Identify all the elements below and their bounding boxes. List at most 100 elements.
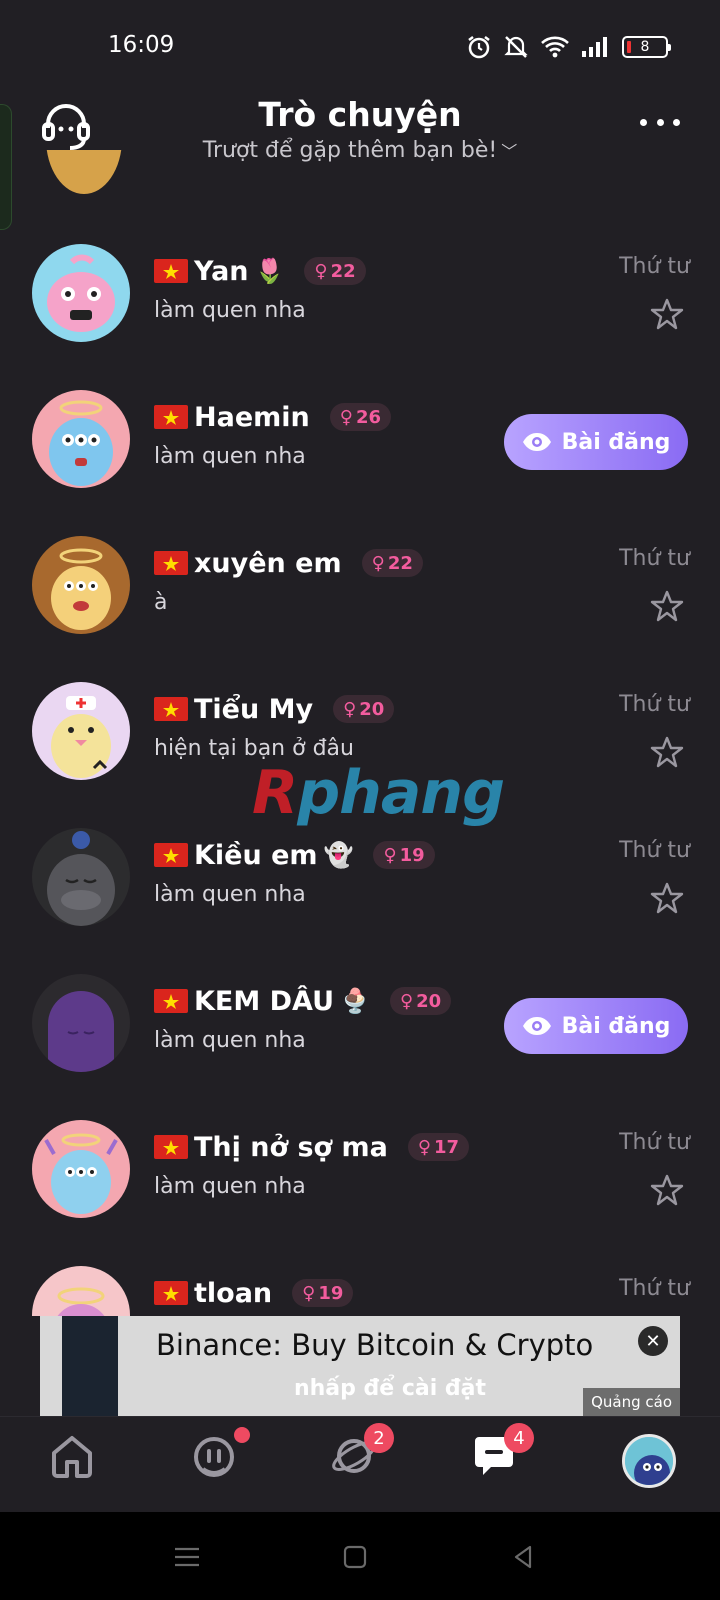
age-value: 19 — [318, 1282, 344, 1304]
menu-icon[interactable] — [172, 1542, 202, 1572]
vietnam-flag-icon — [154, 259, 188, 283]
conversation-row[interactable]: Thị nở sợ ma ♀ 17 làm quen nha Thứ tư — [0, 1076, 720, 1222]
star-icon[interactable] — [650, 297, 684, 331]
message-day: Thứ tư — [619, 838, 690, 863]
ad-banner[interactable]: Binance: Buy Bitcoin & Crypto nhấp để cà… — [40, 1316, 680, 1416]
female-icon: ♀ — [343, 698, 357, 720]
contact-name: Haemin — [194, 401, 310, 433]
age-badge: ♀ 22 — [361, 549, 423, 577]
ad-thumbnail — [62, 1316, 118, 1416]
close-icon[interactable]: ✕ — [638, 1326, 668, 1356]
home-button-icon[interactable] — [340, 1542, 370, 1572]
conversation-row[interactable]: tloan ♀ 19 Thứ tư — [0, 1222, 720, 1316]
vietnam-flag-icon — [154, 989, 188, 1013]
contact-name: Kiều em — [194, 839, 318, 871]
chevron-down-icon: ﹀ — [501, 142, 518, 161]
avatar[interactable] — [32, 828, 130, 926]
avatar[interactable] — [32, 974, 130, 1072]
ad-title: Binance: Buy Bitcoin & Crypto — [156, 1328, 594, 1362]
tab-match[interactable] — [178, 1427, 250, 1491]
profile-avatar[interactable] — [622, 1434, 676, 1488]
avatar[interactable] — [46, 150, 122, 196]
age-value: 20 — [359, 698, 385, 720]
star-icon[interactable] — [650, 881, 684, 915]
view-post-label: Bài đăng — [561, 429, 671, 455]
contact-name: xuyên em — [194, 547, 342, 579]
name-emoji: 🍨 — [340, 987, 370, 1015]
name-line: tloan ♀ 19 — [154, 1274, 354, 1312]
name-line: Thị nở sợ ma ♀ 17 — [154, 1128, 470, 1166]
last-message: à — [154, 590, 168, 615]
name-emoji: 🌷 — [254, 257, 285, 285]
age-value: 19 — [399, 844, 425, 866]
message-day: Thứ tư — [619, 1276, 690, 1301]
star-icon[interactable] — [650, 1173, 684, 1207]
more-dot — [656, 118, 664, 126]
name-line: Tiểu My ♀ 20 — [154, 690, 395, 728]
avatar[interactable] — [32, 536, 130, 634]
female-icon: ♀ — [371, 552, 385, 574]
last-message: làm quen nha — [154, 444, 306, 469]
last-message: làm quen nha — [154, 882, 306, 907]
vietnam-flag-icon — [154, 843, 188, 867]
age-badge: ♀ 19 — [292, 1279, 354, 1307]
female-icon: ♀ — [339, 406, 353, 428]
bottom-tab-bar: 2 4 — [0, 1416, 720, 1512]
age-value: 17 — [434, 1136, 460, 1158]
avatar[interactable] — [32, 244, 130, 342]
mute-icon — [504, 36, 528, 58]
more-dot — [640, 118, 647, 126]
contact-name: Thị nở sợ ma — [194, 1131, 388, 1163]
star-icon[interactable] — [650, 589, 684, 623]
alarm-icon — [468, 36, 490, 59]
avatar[interactable] — [32, 1120, 130, 1218]
age-value: 22 — [387, 552, 413, 574]
conversation-row[interactable]: Haemin ♀ 26 làm quen nha Bài đăng — [0, 346, 720, 492]
avatar[interactable] — [32, 390, 130, 488]
wifi-icon — [541, 36, 569, 58]
home-icon — [52, 1436, 92, 1478]
female-icon: ♀ — [399, 990, 414, 1012]
avatar[interactable] — [32, 1266, 130, 1316]
contact-name: Yan — [194, 255, 249, 287]
more-dot — [673, 118, 680, 126]
tab-planet[interactable]: 2 — [318, 1423, 394, 1491]
battery-indicator: 8 — [622, 36, 671, 58]
conversation-row[interactable]: xuyên em ♀ 22 à Thứ tư — [0, 492, 720, 638]
name-line: Yan 🌷 ♀ 22 — [154, 252, 366, 290]
status-icons: 8 — [466, 32, 671, 62]
age-badge: ♀ 20 — [333, 695, 395, 723]
age-value: 22 — [330, 260, 356, 282]
age-value: 26 — [355, 406, 381, 428]
age-badge: ♀ 26 — [329, 403, 391, 431]
female-icon: ♀ — [383, 844, 397, 866]
tab-chat[interactable]: 4 — [458, 1423, 534, 1491]
contact-name: Tiểu My — [194, 693, 314, 725]
watermark-text: phang — [297, 758, 505, 828]
avatar[interactable] — [32, 682, 130, 780]
name-line: KEM DÂU 🍨 ♀ 20 — [154, 982, 452, 1020]
vietnam-flag-icon — [154, 697, 188, 721]
swipe-hint-label: Trượt để gặp thêm bạn bè! — [202, 138, 498, 163]
signal-icon — [582, 37, 607, 57]
age-badge: ♀ 17 — [407, 1133, 470, 1161]
name-line: Kiều em 👻 ♀ 19 — [154, 836, 435, 874]
contact-name: tloan — [194, 1277, 273, 1309]
watermark: Rphang — [252, 758, 505, 828]
message-day: Thứ tư — [619, 692, 690, 717]
conversation-row[interactable]: Yan 🌷 ♀ 22 làm quen nha Thứ tư — [0, 200, 720, 346]
tab-home[interactable] — [36, 1431, 108, 1491]
star-icon[interactable] — [650, 735, 684, 769]
vietnam-flag-icon — [154, 1281, 188, 1305]
back-icon[interactable] — [508, 1542, 538, 1572]
female-icon: ♀ — [314, 260, 328, 282]
eye-icon — [522, 1017, 551, 1035]
watermark-initial: R — [252, 758, 298, 828]
female-icon: ♀ — [417, 1136, 432, 1158]
view-post-button[interactable]: Bài đăng — [504, 998, 688, 1054]
last-message: làm quen nha — [154, 1174, 306, 1199]
eye-icon — [522, 433, 551, 451]
view-post-button[interactable]: Bài đăng — [504, 414, 688, 470]
conversation-row[interactable]: KEM DÂU 🍨 ♀ 20 làm quen nha Bài đăng — [0, 930, 720, 1076]
more-options-button[interactable] — [640, 112, 680, 132]
